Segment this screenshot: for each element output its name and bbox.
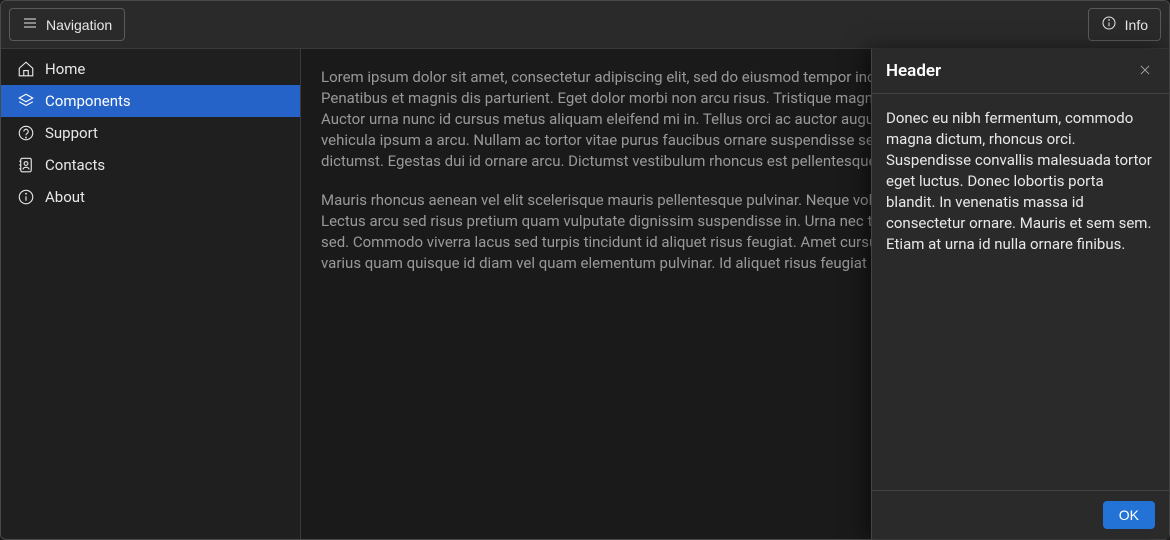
sidebar-item-label: About <box>45 188 85 206</box>
info-panel-footer: OK <box>872 490 1169 539</box>
info-button[interactable]: Info <box>1088 8 1161 41</box>
about-icon <box>17 188 35 206</box>
close-icon <box>1138 62 1152 81</box>
support-icon <box>17 124 35 142</box>
sidebar-item-home[interactable]: Home <box>1 53 300 85</box>
info-panel-body: Donec eu nibh fermentum, commodo magna d… <box>872 94 1169 490</box>
info-icon <box>1101 15 1117 34</box>
sidebar-item-label: Home <box>45 60 85 78</box>
sidebar-item-label: Contacts <box>45 156 105 174</box>
info-panel-title: Header <box>886 61 941 81</box>
info-button-label: Info <box>1125 17 1148 33</box>
sidebar-item-label: Components <box>45 92 131 110</box>
info-panel: Header Donec eu nibh fermentum, commodo … <box>871 49 1169 539</box>
home-icon <box>17 60 35 78</box>
navigation-button-label: Navigation <box>46 17 112 33</box>
sidebar-item-components[interactable]: Components <box>1 85 300 117</box>
info-panel-header: Header <box>872 49 1169 94</box>
ok-button[interactable]: OK <box>1103 501 1155 529</box>
menu-icon <box>22 15 38 34</box>
sidebar-item-about[interactable]: About <box>1 181 300 213</box>
sidebar-item-contacts[interactable]: Contacts <box>1 149 300 181</box>
sidebar: Home Components Support Contacts <box>1 49 301 539</box>
layers-icon <box>17 92 35 110</box>
sidebar-item-label: Support <box>45 124 98 142</box>
navigation-button[interactable]: Navigation <box>9 8 125 41</box>
header-bar: Navigation Info <box>1 1 1169 49</box>
sidebar-item-support[interactable]: Support <box>1 117 300 149</box>
info-panel-close-button[interactable] <box>1135 61 1155 81</box>
contacts-icon <box>17 156 35 174</box>
